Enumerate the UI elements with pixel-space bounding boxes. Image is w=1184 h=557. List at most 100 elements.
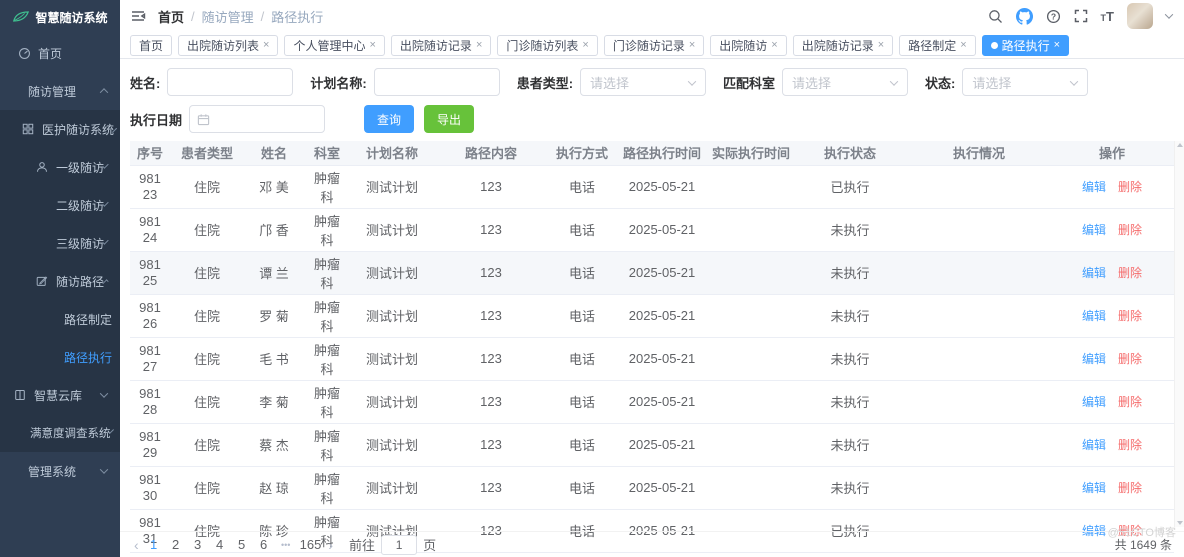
edit-link[interactable]: 编辑 <box>1082 266 1106 280</box>
patient-type-select[interactable]: 请选择 <box>580 68 707 96</box>
edit-link[interactable]: 编辑 <box>1082 438 1106 452</box>
edit-link[interactable]: 编辑 <box>1082 395 1106 409</box>
sidebar-collapse-icon[interactable] <box>130 9 146 23</box>
table-row[interactable]: 98123 住院邓 美肿瘤科 测试计划 123 电话 2025-05-21 已执行 编辑 删除 <box>130 165 1174 209</box>
table-row[interactable]: 98129 住院蔡 杰肿瘤科 测试计划 123 电话 2025-05-21 未执行 编辑 删除 <box>130 423 1174 467</box>
status-select[interactable]: 请选择 <box>962 68 1089 96</box>
edit-link[interactable]: 编辑 <box>1082 180 1106 194</box>
table-row[interactable]: 98130 住院赵 琼肿瘤科 测试计划 123 电话 2025-05-21 未执行 编辑 删除 <box>130 466 1174 510</box>
delete-link[interactable]: 删除 <box>1118 223 1142 237</box>
sidebar-item-label: 路径执行 <box>64 350 113 365</box>
table-row[interactable]: 98128 住院李 菊肿瘤科 测试计划 123 电话 2025-05-21 未执行 编辑 删除 <box>130 380 1174 424</box>
exec-status-cell: 未执行 <box>792 466 908 510</box>
name-cell: 罗 菊 <box>244 294 304 338</box>
sidebar-item-home[interactable]: 首页 <box>0 34 120 72</box>
query-button[interactable]: 查询 <box>364 105 415 133</box>
breadcrumb-item[interactable]: 首页 <box>158 7 184 26</box>
table-row[interactable]: 98124 住院邝 香肿瘤科 测试计划 123 电话 2025-05-21 未执行 编辑 删除 <box>130 208 1174 252</box>
avatar-dropdown-icon[interactable] <box>1164 10 1174 19</box>
sidebar-item-management-system[interactable]: 管理系统 <box>0 452 120 490</box>
scroll-down-icon[interactable] <box>1176 521 1183 525</box>
plan-name-input[interactable] <box>373 68 500 96</box>
app-logo: 智慧随访系统 <box>0 0 120 34</box>
delete-link[interactable]: 删除 <box>1118 481 1142 495</box>
tab-出院随访[interactable]: 出院随访 × <box>710 34 787 56</box>
exec-method-cell: 电话 <box>548 423 616 467</box>
github-icon[interactable] <box>1015 7 1033 25</box>
delete-link[interactable]: 删除 <box>1118 309 1142 323</box>
sidebar-item-follow-path[interactable]: 随访路径 <box>0 262 120 300</box>
page-number[interactable]: 4 <box>209 537 231 552</box>
close-icon[interactable]: × <box>1054 39 1060 51</box>
close-icon[interactable]: × <box>369 39 375 51</box>
user-avatar[interactable] <box>1127 3 1153 29</box>
delete-link[interactable]: 删除 <box>1118 395 1142 409</box>
delete-link[interactable]: 删除 <box>1118 180 1142 194</box>
sidebar-item-label: 满意度调查系统 <box>30 428 111 440</box>
search-icon[interactable] <box>988 9 1003 24</box>
tab-个人管理中心[interactable]: 个人管理中心 × <box>284 34 385 56</box>
tab-路径执行[interactable]: 路径执行 × <box>981 34 1070 56</box>
delete-link[interactable]: 删除 <box>1118 438 1142 452</box>
tab-门诊随访列表[interactable]: 门诊随访列表 × <box>497 34 598 56</box>
sidebar-item-follow-management[interactable]: 随访管理 <box>0 72 120 110</box>
edit-link[interactable]: 编辑 <box>1082 223 1106 237</box>
sidebar-item-medical-follow-sys[interactable]: 医护随访系统 <box>0 110 120 148</box>
actual-exec-time-cell <box>708 380 792 424</box>
close-icon[interactable]: × <box>263 39 269 51</box>
prev-page-button[interactable]: ‹ <box>130 537 143 553</box>
sidebar-item-level3-follow[interactable]: 三级随访 <box>0 224 120 262</box>
page-number[interactable]: 165 <box>297 537 325 552</box>
table-row[interactable]: 98126 住院罗 菊肿瘤科 测试计划 123 电话 2025-05-21 未执行 编辑 删除 <box>130 294 1174 338</box>
edit-link[interactable]: 编辑 <box>1082 481 1106 495</box>
tab-出院随访记录[interactable]: 出院随访记录 × <box>390 34 492 56</box>
row-actions: 编辑删除 <box>1050 251 1174 295</box>
name-input[interactable] <box>167 68 294 96</box>
page-number[interactable]: 5 <box>231 537 253 552</box>
filter-name: 姓名: <box>130 68 294 96</box>
sidebar-item-smart-cloud[interactable]: 智慧云库 <box>0 376 120 414</box>
edit-link[interactable]: 编辑 <box>1082 309 1106 323</box>
export-button[interactable]: 导出 <box>424 105 475 133</box>
path-content-cell: 123 <box>434 208 548 252</box>
tab-首页[interactable]: 首页 <box>130 34 173 56</box>
tabs-bar: 首页 出院随访列表 × 个人管理中心 × 出院随访记录 × 门诊随访列表 × 门诊随访记录 × 出院随… <box>120 32 1184 59</box>
vertical-scrollbar[interactable] <box>1174 141 1184 527</box>
delete-link[interactable]: 删除 <box>1118 352 1142 366</box>
table-row[interactable]: 98125 住院谭 兰肿瘤科 测试计划 123 电话 2025-05-21 未执行 编辑 删除 <box>130 251 1174 295</box>
close-icon[interactable]: × <box>476 39 482 51</box>
tab-出院随访记录[interactable]: 出院随访记录 × <box>792 34 894 56</box>
close-icon[interactable]: × <box>771 39 777 51</box>
edit-link[interactable]: 编辑 <box>1082 352 1106 366</box>
column-header: 实际执行时间 <box>708 141 792 166</box>
page-number[interactable]: 1 <box>143 537 165 552</box>
page-number[interactable]: 6 <box>253 537 275 552</box>
next-page-button[interactable]: › <box>324 537 337 553</box>
patient-type-cell: 住院 <box>170 337 244 381</box>
sidebar-item-level1-follow[interactable]: 一级随访 <box>0 148 120 186</box>
scroll-up-icon[interactable] <box>1176 143 1183 147</box>
expand-icon[interactable] <box>1074 9 1088 23</box>
fontsize-icon[interactable]: TT <box>1101 9 1114 24</box>
close-icon[interactable]: × <box>878 39 884 51</box>
sidebar-item-path-execute[interactable]: 路径执行 <box>0 338 120 376</box>
exec-date-input[interactable] <box>189 105 326 133</box>
goto-page-input[interactable] <box>381 534 418 555</box>
department-select[interactable]: 请选择 <box>782 68 909 96</box>
page-number[interactable]: 3 <box>187 537 209 552</box>
sidebar-item-level2-follow[interactable]: 二级随访 <box>0 186 120 224</box>
tab-门诊随访记录[interactable]: 门诊随访记录 × <box>603 34 705 56</box>
question-icon[interactable]: ? <box>1046 9 1061 24</box>
tab-路径制定[interactable]: 路径制定 × <box>899 34 976 56</box>
close-icon[interactable]: × <box>960 39 966 51</box>
delete-link[interactable]: 删除 <box>1118 266 1142 280</box>
tab-出院随访列表[interactable]: 出院随访列表 × <box>178 34 279 56</box>
exec-method-cell: 电话 <box>548 165 616 209</box>
tab-label: 出院随访记录 <box>399 38 472 53</box>
page-number[interactable]: 2 <box>165 537 187 552</box>
table-row[interactable]: 98127 住院毛 书肿瘤科 测试计划 123 电话 2025-05-21 未执行 编辑 删除 <box>130 337 1174 381</box>
close-icon[interactable]: × <box>582 39 588 51</box>
sidebar-item-path-design[interactable]: 路径制定 <box>0 300 120 338</box>
close-icon[interactable]: × <box>689 39 695 51</box>
sidebar-item-satisfaction-survey[interactable]: 满意度调查系统 <box>0 414 120 452</box>
